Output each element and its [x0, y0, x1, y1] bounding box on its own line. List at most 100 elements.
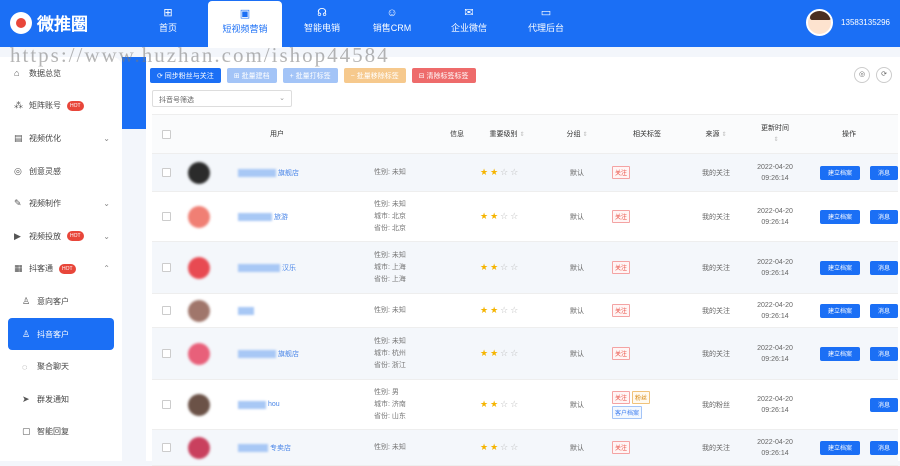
star-icon[interactable]: ★: [480, 442, 488, 453]
create-profile-button[interactable]: 建立档案: [819, 303, 860, 318]
sidebar-item-11[interactable]: ▢ 智能回复: [0, 416, 122, 449]
nav-item-2[interactable]: ☊ 智能电销: [292, 0, 352, 47]
row-checkbox[interactable]: [161, 443, 171, 452]
sort-icon[interactable]: ⇕: [721, 132, 726, 138]
star-icon[interactable]: ☆: [500, 262, 508, 273]
star-icon[interactable]: ☆: [500, 348, 508, 359]
nav-item-4[interactable]: ✉ 企业微信: [432, 0, 506, 47]
sidebar-item-7[interactable]: ♙ 意向客户: [0, 285, 122, 318]
star-icon[interactable]: ☆: [500, 211, 508, 222]
sidebar-item-8[interactable]: ♙ 抖音客户: [8, 317, 114, 351]
sidebar-item-2[interactable]: ▤ 视频优化 ⌄: [0, 122, 122, 155]
star-icon[interactable]: ★: [480, 305, 488, 316]
create-profile-button[interactable]: 建立档案: [819, 440, 860, 455]
star-icon[interactable]: ★: [490, 399, 498, 410]
star-rating[interactable]: ★ ★ ☆ ☆: [472, 211, 542, 222]
star-rating[interactable]: ★ ★ ☆ ☆: [472, 167, 542, 178]
create-profile-button[interactable]: 建立档案: [819, 209, 860, 224]
toolbar-button-0[interactable]: ⟳ 同步粉丝与关注: [150, 68, 221, 83]
table-row[interactable]: 旗舰店 性别: 未知 城市: 杭州 省份: 浙江 ★ ★ ☆ ☆ 默认 关注 我的关注 2022-04…: [152, 328, 898, 380]
create-profile-button[interactable]: 建立档案: [819, 346, 860, 361]
nav-item-0[interactable]: ⊞ 首页: [138, 0, 198, 47]
star-icon[interactable]: ★: [490, 442, 498, 453]
header-level[interactable]: 重要级别 ⇕: [472, 129, 542, 139]
star-icon[interactable]: ★: [490, 348, 498, 359]
star-icon[interactable]: ☆: [510, 305, 518, 316]
star-icon[interactable]: ★: [480, 211, 488, 222]
chevron-icon[interactable]: ⌄: [103, 199, 110, 208]
chevron-icon[interactable]: ⌃: [103, 264, 110, 273]
star-icon[interactable]: ☆: [510, 211, 518, 222]
row-checkbox[interactable]: [161, 400, 171, 409]
message-button[interactable]: 消息: [869, 440, 898, 455]
douyin-filter-select[interactable]: 抖音号筛选 ⌄: [152, 90, 292, 107]
user-name-link[interactable]: 专卖店: [238, 443, 291, 453]
toolbar-button-3[interactable]: − 批量移除标签: [343, 68, 406, 83]
table-row[interactable]: 性别: 未知 ★ ★ ☆ ☆ 默认 关注 我的关注 2022-04-20 09:26:14 建立档案…: [152, 294, 898, 328]
star-rating[interactable]: ★ ★ ☆ ☆: [472, 348, 542, 359]
user-menu[interactable]: 13583135296: [806, 9, 890, 36]
avatar[interactable]: [806, 9, 834, 36]
nav-item-3[interactable]: ☺ 销售CRM: [362, 0, 422, 47]
table-row[interactable]: 旅游 性别: 未知 城市: 北京 省份: 北京 ★ ★ ☆ ☆ 默认 关注 我的关注 2022-04-…: [152, 192, 898, 242]
settings-circle-icon[interactable]: ◎: [854, 67, 870, 83]
row-checkbox[interactable]: [161, 263, 171, 272]
star-icon[interactable]: ★: [480, 348, 488, 359]
user-name-link[interactable]: hou: [238, 400, 280, 409]
message-button[interactable]: 消息: [869, 209, 898, 224]
chevron-icon[interactable]: ⌄: [103, 134, 110, 143]
chevron-icon[interactable]: ⌄: [103, 232, 110, 241]
row-checkbox[interactable]: [161, 306, 171, 315]
refresh-circle-icon[interactable]: ⟳: [876, 67, 892, 83]
star-icon[interactable]: ☆: [500, 167, 508, 178]
sort-icon[interactable]: ⇕: [582, 132, 587, 138]
sidebar-item-9[interactable]: ◌ 聚合聊天: [0, 350, 122, 383]
row-checkbox[interactable]: [161, 349, 171, 358]
star-icon[interactable]: ☆: [500, 399, 508, 410]
message-button[interactable]: 消息: [869, 346, 898, 361]
star-icon[interactable]: ★: [480, 399, 488, 410]
star-icon[interactable]: ☆: [510, 167, 518, 178]
header-group[interactable]: 分组 ⇕: [542, 129, 612, 139]
star-icon[interactable]: ☆: [510, 262, 518, 273]
header-source[interactable]: 来源 ⇕: [682, 129, 750, 139]
user-name-link[interactable]: [238, 306, 256, 315]
star-icon[interactable]: ☆: [500, 442, 508, 453]
table-row[interactable]: 旗舰店 性别: 未知 ★ ★ ☆ ☆ 默认 关注 我的关注 2022-04-20 09:26:14 建…: [152, 154, 898, 192]
table-row[interactable]: 汉乐 性别: 未知 城市: 上海 省份: 上海 ★ ★ ☆ ☆ 默认 关注 我的关注 2022-04-…: [152, 242, 898, 294]
star-rating[interactable]: ★ ★ ☆ ☆: [472, 262, 542, 273]
sidebar-item-5[interactable]: ▶ 视频投放 HOT ⌄: [0, 220, 122, 253]
star-icon[interactable]: ★: [490, 262, 498, 273]
sort-icon[interactable]: ⇕: [773, 137, 778, 143]
star-icon[interactable]: ★: [480, 167, 488, 178]
sidebar-item-4[interactable]: ✎ 视频制作 ⌄: [0, 187, 122, 220]
create-profile-button[interactable]: 建立档案: [819, 165, 860, 180]
toolbar-button-1[interactable]: ⊞ 批量建档: [226, 68, 277, 83]
star-rating[interactable]: ★ ★ ☆ ☆: [472, 305, 542, 316]
select-all-checkbox[interactable]: [161, 129, 171, 139]
user-name-link[interactable]: 汉乐: [238, 263, 296, 273]
star-icon[interactable]: ☆: [510, 442, 518, 453]
message-button[interactable]: 消息: [869, 260, 898, 275]
star-icon[interactable]: ★: [480, 262, 488, 273]
toolbar-button-4[interactable]: ⊟ 清除标签标签: [411, 68, 476, 83]
message-button[interactable]: 消息: [869, 303, 898, 318]
sort-icon[interactable]: ⇕: [519, 132, 524, 138]
sidebar-item-1[interactable]: ⁂ 矩阵账号 HOT: [0, 90, 122, 123]
user-name-link[interactable]: 旅游: [238, 212, 288, 222]
toolbar-button-2[interactable]: + 批量打标签: [282, 68, 338, 83]
header-time[interactable]: 更新时间 ⇕: [750, 123, 800, 146]
sidebar-item-3[interactable]: ◎ 创意灵感: [0, 155, 122, 188]
nav-item-5[interactable]: ▭ 代理后台: [516, 0, 576, 47]
table-row[interactable]: hou 性别: 男城市: 济南 省份: 山东 ★ ★ ☆ ☆ 默认 关注 粉丝客户档案 我的粉丝 20…: [152, 380, 898, 430]
create-profile-button[interactable]: 建立档案: [819, 260, 860, 275]
nav-item-1[interactable]: ▣ 短视频营销: [208, 1, 282, 48]
row-checkbox[interactable]: [161, 212, 171, 221]
message-button[interactable]: 消息: [869, 397, 898, 412]
sidebar-item-6[interactable]: ▦ 抖客通 HOT ⌃: [0, 253, 122, 286]
star-rating[interactable]: ★ ★ ☆ ☆: [472, 399, 542, 410]
star-icon[interactable]: ☆: [510, 348, 518, 359]
star-icon[interactable]: ☆: [500, 305, 508, 316]
user-name-link[interactable]: 旗舰店: [238, 349, 299, 359]
message-button[interactable]: 消息: [869, 165, 898, 180]
